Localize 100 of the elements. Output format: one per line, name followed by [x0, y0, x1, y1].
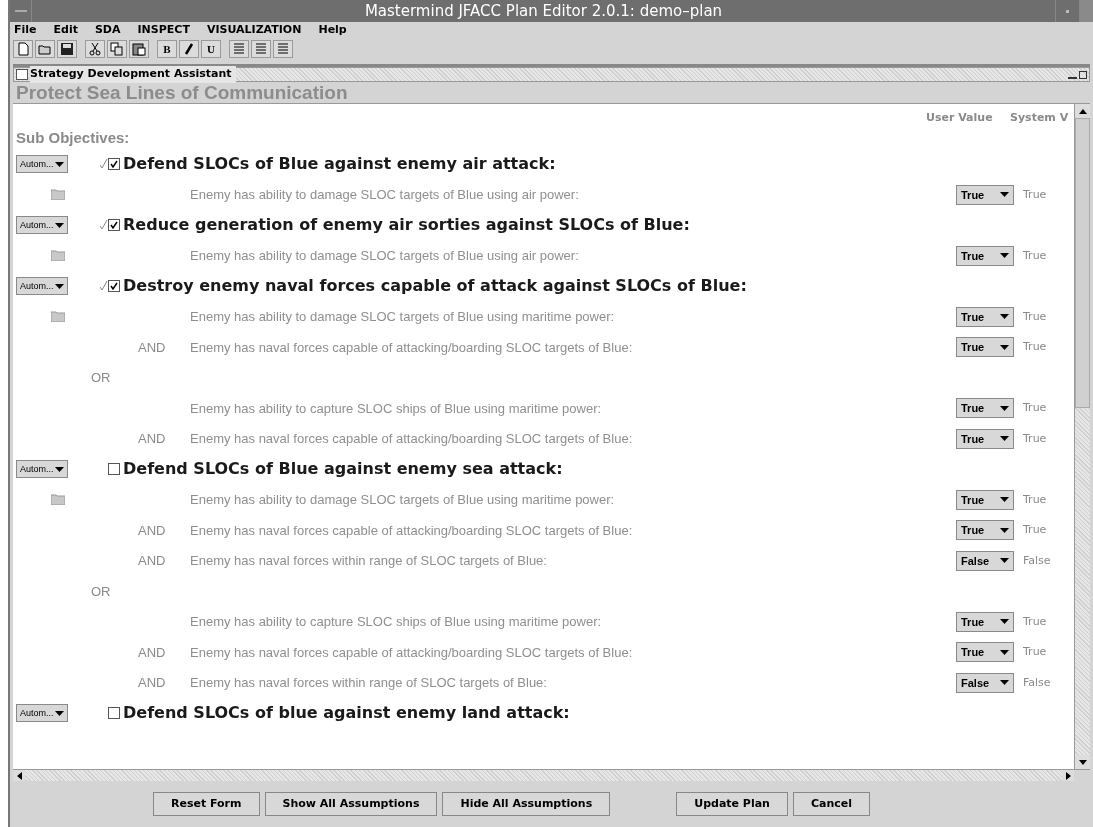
- frame-title: Strategy Development Assistant: [30, 66, 236, 83]
- scroll-down-button[interactable]: [1075, 755, 1090, 769]
- menu-item[interactable]: File: [14, 21, 37, 39]
- system-value: True: [1022, 430, 1048, 447]
- scroll-thumb[interactable]: [1075, 118, 1090, 408]
- menu-item[interactable]: VISUALIZATION: [206, 21, 302, 39]
- objective-title: Defend SLOCs of Blue against enemy sea attack:: [123, 458, 563, 481]
- column-header: User Value: [925, 109, 994, 126]
- system-value: False: [1022, 552, 1052, 569]
- horizontal-scrollbar[interactable]: [13, 769, 1090, 781]
- mode-dropdown[interactable]: Autom...: [16, 277, 68, 296]
- align-icon[interactable]: [273, 40, 293, 58]
- value-dropdown[interactable]: False: [956, 672, 1014, 693]
- checkbox[interactable]: [100, 280, 120, 293]
- value-dropdown[interactable]: True: [956, 245, 1014, 266]
- caret-icon: [1000, 497, 1009, 503]
- condition-text: Enemy has ability to capture SLOC ships of Blue using maritime power:: [190, 399, 603, 418]
- system-value: True: [1022, 308, 1048, 325]
- and-label: AND: [138, 338, 166, 357]
- form-button[interactable]: Cancel: [792, 792, 871, 816]
- caret-icon: [1000, 436, 1009, 442]
- menu-item[interactable]: Help: [318, 21, 347, 39]
- condition-text: Enemy has naval forces capable of attacking/boarding SLOC targets of Blue:: [190, 430, 634, 448]
- mode-dropdown[interactable]: Autom...: [16, 216, 68, 235]
- scroll-left-button[interactable]: [13, 770, 25, 781]
- vertical-scrollbar[interactable]: [1074, 104, 1090, 769]
- value-dropdown[interactable]: True: [956, 337, 1014, 358]
- value-dropdown[interactable]: True: [956, 642, 1014, 663]
- caret-icon: [55, 161, 64, 167]
- caret-icon: [55, 710, 64, 716]
- menu-item[interactable]: INSPECT: [137, 21, 190, 39]
- menu-item[interactable]: Edit: [53, 21, 78, 39]
- system-value: True: [1022, 613, 1048, 630]
- scissors-icon[interactable]: [85, 40, 105, 58]
- value-dropdown[interactable]: True: [956, 611, 1014, 632]
- system-value: True: [1022, 339, 1048, 355]
- value-dropdown[interactable]: True: [956, 428, 1014, 449]
- system-value: True: [1022, 186, 1048, 203]
- frame-icon: [16, 69, 28, 80]
- checkbox[interactable]: [100, 219, 120, 232]
- system-value: True: [1022, 400, 1048, 416]
- and-label: AND: [138, 521, 166, 540]
- mode-dropdown[interactable]: Autom...: [16, 704, 68, 723]
- value-dropdown[interactable]: True: [956, 184, 1014, 205]
- condition-text: Enemy has ability to damage SLOC targets of Blue using maritime power:: [190, 491, 616, 509]
- scroll-right-button[interactable]: [1062, 770, 1074, 781]
- checkbox[interactable]: [108, 463, 120, 476]
- caret-icon: [1000, 253, 1009, 259]
- value-dropdown[interactable]: True: [956, 306, 1014, 327]
- objective-title: Defend SLOCs of blue against enemy land attack:: [123, 702, 570, 725]
- caret-icon: [1000, 314, 1009, 320]
- mode-dropdown[interactable]: Autom...: [16, 155, 68, 174]
- format-button[interactable]: B: [157, 40, 177, 58]
- value-dropdown[interactable]: True: [956, 489, 1014, 510]
- open-folder-icon[interactable]: [35, 40, 55, 58]
- value-dropdown[interactable]: False: [956, 550, 1014, 571]
- clipboard-icon[interactable]: [129, 40, 149, 58]
- menu-item[interactable]: SDA: [94, 21, 121, 39]
- value-dropdown[interactable]: True: [956, 520, 1014, 541]
- caret-icon: [1000, 558, 1009, 564]
- save-icon[interactable]: [57, 40, 77, 58]
- new-file-icon[interactable]: [13, 40, 33, 58]
- system-value: True: [1022, 522, 1048, 538]
- copy-icon[interactable]: [107, 40, 127, 58]
- scroll-up-button[interactable]: [1075, 104, 1090, 118]
- mode-dropdown[interactable]: Autom...: [16, 460, 68, 479]
- format-button[interactable]: U: [201, 40, 221, 58]
- or-label: OR: [91, 369, 111, 387]
- align-icon[interactable]: [251, 40, 271, 58]
- condition-text: Enemy has naval forces capable of attacking/boarding SLOC targets of Blue:: [190, 643, 634, 662]
- section-label: Sub Objectives:: [16, 127, 130, 148]
- form-button[interactable]: Show All Assumptions: [264, 792, 438, 816]
- caret-icon: [1000, 192, 1009, 198]
- form-button[interactable]: Hide All Assumptions: [442, 792, 611, 816]
- condition-text: Enemy has ability to damage SLOC targets of Blue using air power:: [190, 186, 580, 204]
- objective-title: Reduce generation of enemy air sorties against SLOCs of Blue:: [123, 214, 690, 237]
- caret-icon: [1000, 527, 1009, 533]
- form-button[interactable]: Reset Form: [152, 792, 260, 816]
- value-dropdown[interactable]: True: [956, 398, 1014, 419]
- condition-text: Enemy has naval forces capable of attacking/boarding SLOC targets of Blue:: [190, 338, 634, 357]
- frame-maximize-button[interactable]: [1079, 70, 1087, 79]
- condition-text: Enemy has ability to damage SLOC targets of Blue using maritime power:: [190, 308, 616, 326]
- system-value: True: [1022, 491, 1048, 508]
- checkbox[interactable]: [100, 158, 120, 171]
- condition-text: Enemy has naval forces within range of SLOC targets of Blue:: [190, 674, 548, 692]
- caret-icon: [1000, 680, 1009, 686]
- window-title: Mastermind JFACC Plan Editor 2.0.1: demo–plan: [363, 0, 724, 22]
- column-header: System V: [1010, 109, 1070, 126]
- caret-icon: [1000, 619, 1009, 625]
- system-value: True: [1022, 247, 1048, 264]
- checkbox[interactable]: [108, 707, 120, 720]
- caret-icon: [55, 283, 64, 289]
- caret-icon: [1000, 344, 1009, 350]
- form-button[interactable]: Update Plan: [676, 792, 788, 816]
- and-label: AND: [138, 674, 166, 692]
- caret-icon: [55, 466, 64, 472]
- condition-text: Enemy has ability to capture SLOC ships of Blue using maritime power:: [190, 613, 603, 631]
- italic-icon[interactable]: [179, 40, 199, 58]
- align-icon[interactable]: [229, 40, 249, 58]
- objective-title: Destroy enemy naval forces capable of attack against SLOCs of Blue:: [123, 275, 747, 298]
